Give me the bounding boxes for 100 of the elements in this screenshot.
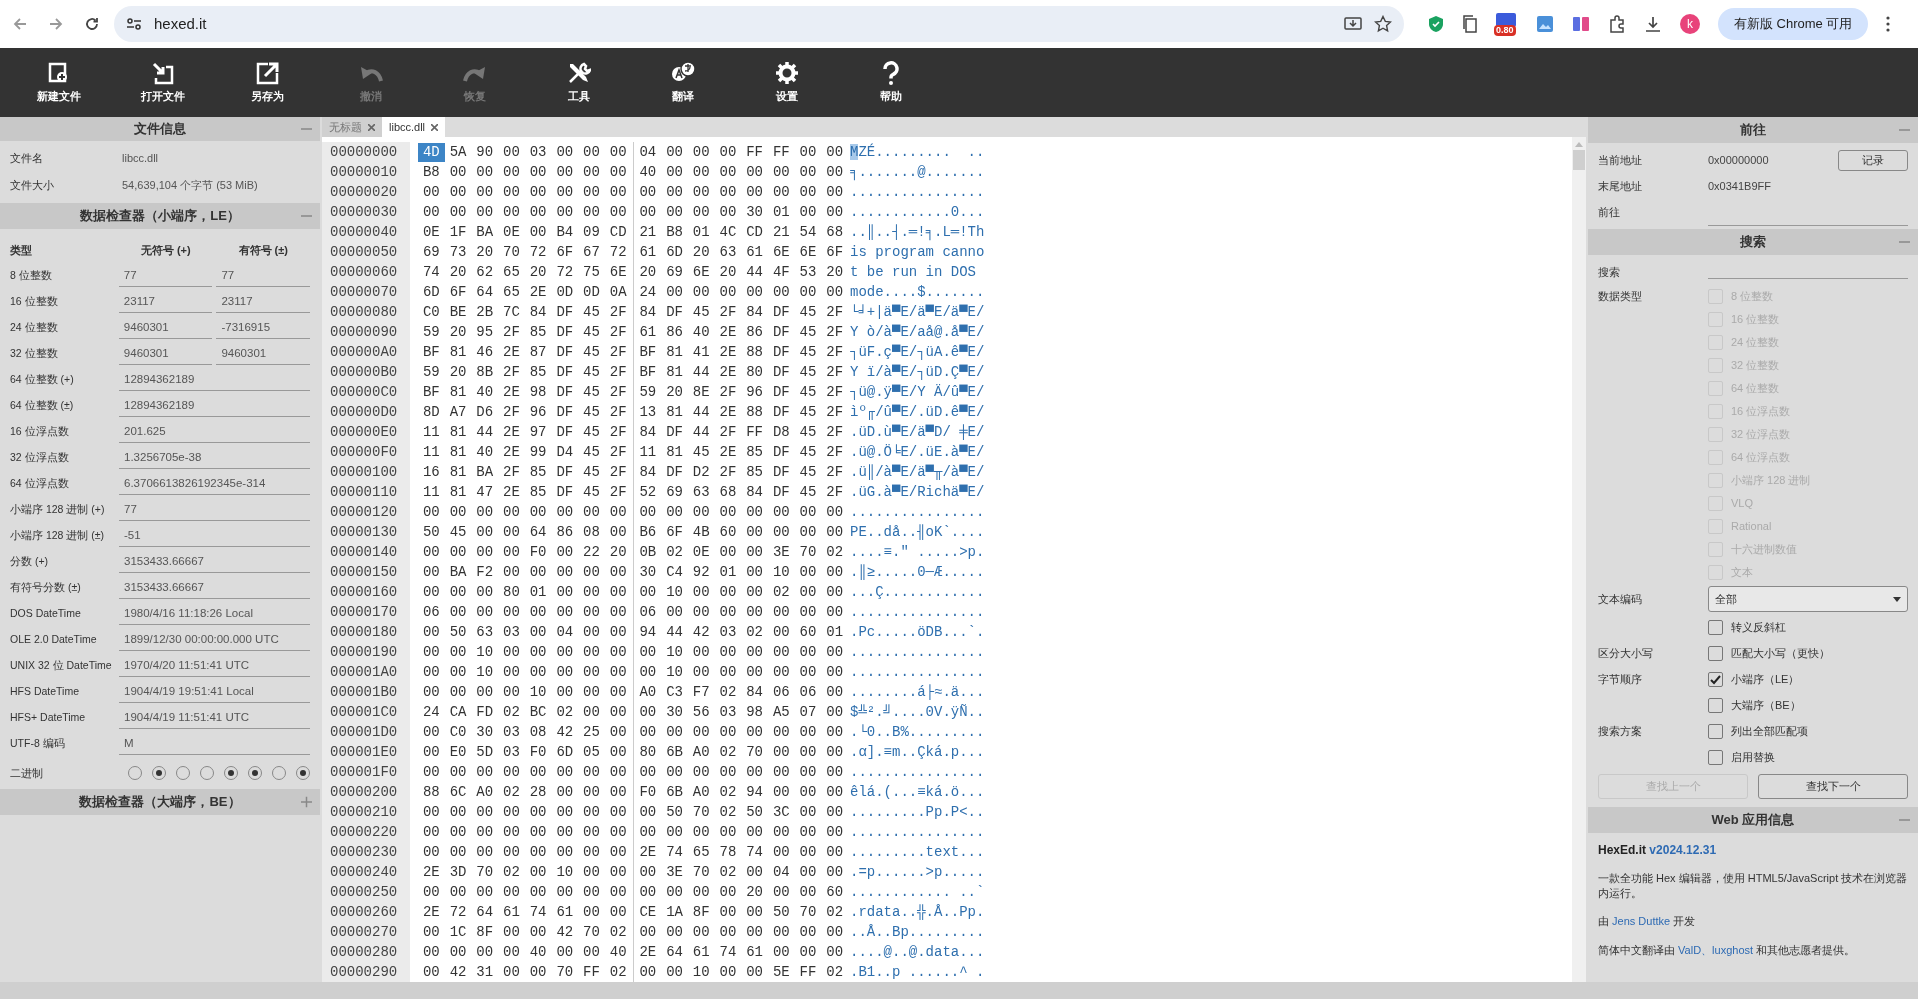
hex-byte[interactable]: 01 xyxy=(767,202,795,222)
hex-byte[interactable]: F0 xyxy=(634,782,662,802)
hex-byte[interactable]: 88 xyxy=(418,782,445,802)
hex-byte[interactable]: CE xyxy=(634,902,662,922)
hex-byte[interactable]: 00 xyxy=(551,822,579,842)
hex-byte[interactable]: 84 xyxy=(741,302,768,322)
hex-byte[interactable]: 6F xyxy=(821,242,848,262)
hex-byte[interactable]: 00 xyxy=(794,282,822,302)
hex-byte[interactable]: 61 xyxy=(687,942,715,962)
hex-byte[interactable]: BA xyxy=(471,462,499,482)
hex-byte[interactable]: 00 xyxy=(498,202,525,222)
hex-byte[interactable]: 00 xyxy=(418,722,445,742)
hex-byte[interactable]: 45 xyxy=(687,442,715,462)
hex-byte[interactable]: 45 xyxy=(794,442,822,462)
hex-byte[interactable]: D6 xyxy=(471,402,499,422)
hex-byte[interactable]: DF xyxy=(551,342,579,362)
hex-byte[interactable]: 00 xyxy=(524,602,552,622)
hex-byte[interactable]: 00 xyxy=(821,182,848,202)
hex-byte[interactable]: 00 xyxy=(444,162,472,182)
hex-byte[interactable]: 95 xyxy=(471,322,499,342)
hex-byte[interactable]: 00 xyxy=(418,882,445,902)
hex-byte[interactable]: 00 xyxy=(444,802,472,822)
hex-byte[interactable]: 60 xyxy=(714,522,742,542)
hex-byte[interactable]: 70 xyxy=(794,542,822,562)
hex-byte[interactable]: 00 xyxy=(604,722,632,742)
hex-byte[interactable]: 00 xyxy=(418,562,445,582)
hex-byte[interactable]: 50 xyxy=(444,622,472,642)
hex-byte[interactable]: B6 xyxy=(634,522,662,542)
hex-byte[interactable]: 00 xyxy=(604,682,632,702)
extensions-icon[interactable] xyxy=(1608,15,1626,33)
hex-byte[interactable]: 02 xyxy=(767,582,795,602)
hex-byte[interactable]: 00 xyxy=(794,802,822,822)
hex-byte[interactable]: 00 xyxy=(524,882,552,902)
hex-byte[interactable]: 81 xyxy=(661,442,688,462)
hex-byte[interactable]: 00 xyxy=(524,642,552,662)
hex-byte[interactable]: 2E xyxy=(498,482,525,502)
hex-byte[interactable]: 70 xyxy=(471,862,499,882)
hex-byte[interactable]: 00 xyxy=(498,842,525,862)
hex-byte[interactable]: 85 xyxy=(524,462,552,482)
value-field[interactable]: 9460301 xyxy=(118,343,213,365)
hex-byte[interactable]: E0 xyxy=(444,742,472,762)
hex-byte[interactable]: 10 xyxy=(524,682,552,702)
hex-byte[interactable]: 00 xyxy=(821,842,848,862)
hex-byte[interactable]: 60 xyxy=(821,882,848,902)
hex-byte[interactable]: C0 xyxy=(444,722,472,742)
hex-byte[interactable]: 94 xyxy=(634,622,662,642)
hex-byte[interactable]: 2F xyxy=(821,362,848,382)
hex-byte[interactable]: 00 xyxy=(741,562,768,582)
hex-byte[interactable]: 42 xyxy=(551,922,579,942)
hex-byte[interactable]: 00 xyxy=(578,842,605,862)
value-field[interactable]: 1.3256705e-38 xyxy=(119,447,310,469)
hex-byte[interactable]: 00 xyxy=(794,782,822,802)
hex-byte[interactable]: 22 xyxy=(578,542,605,562)
hex-byte[interactable]: BE xyxy=(444,302,472,322)
hex-byte[interactable]: 02 xyxy=(498,782,525,802)
hex-byte[interactable]: 30 xyxy=(634,562,662,582)
hex-byte[interactable]: 00 xyxy=(444,942,472,962)
hex-byte[interactable]: 50 xyxy=(661,802,688,822)
hex-byte[interactable]: 64 xyxy=(661,942,688,962)
hex-byte[interactable]: BF xyxy=(634,362,662,382)
hex-byte[interactable]: 00 xyxy=(661,722,688,742)
hex-byte[interactable]: 63 xyxy=(687,482,715,502)
hex-byte[interactable]: 00 xyxy=(471,762,499,782)
expand-icon[interactable] xyxy=(301,796,312,808)
hex-byte[interactable]: 84 xyxy=(524,302,552,322)
hex-byte[interactable]: 00 xyxy=(524,622,552,642)
hex-byte[interactable]: 00 xyxy=(551,642,579,662)
value-field[interactable]: 12894362189 xyxy=(119,369,310,391)
hex-byte[interactable]: 00 xyxy=(714,602,742,622)
hex-byte[interactable]: 00 xyxy=(821,862,848,882)
hex-byte[interactable]: 40 xyxy=(634,162,662,182)
hex-byte[interactable]: 00 xyxy=(821,502,848,522)
hex-byte[interactable]: 00 xyxy=(578,902,605,922)
hex-byte[interactable]: 00 xyxy=(418,802,445,822)
value-field[interactable]: 9460301 xyxy=(216,343,310,365)
hex-byte[interactable]: 00 xyxy=(741,162,768,182)
hex-byte[interactable]: 52 xyxy=(634,482,662,502)
hex-byte[interactable]: 00 xyxy=(794,202,822,222)
hex-byte[interactable]: 01 xyxy=(687,222,715,242)
hex-byte[interactable]: 10 xyxy=(661,662,688,682)
hex-byte[interactable]: 2F xyxy=(498,402,525,422)
encoding-select[interactable]: 全部 xyxy=(1708,586,1908,612)
hex-byte[interactable]: 08 xyxy=(578,522,605,542)
hex-byte[interactable]: 00 xyxy=(498,502,525,522)
hex-byte[interactable]: 45 xyxy=(794,342,822,362)
hex-byte[interactable]: 06 xyxy=(767,682,795,702)
hex-byte[interactable]: 2B xyxy=(471,302,499,322)
hex-byte[interactable]: 2E xyxy=(418,862,445,882)
hex-byte[interactable]: 70 xyxy=(687,862,715,882)
hex-byte[interactable]: 11 xyxy=(418,422,445,442)
hex-byte[interactable]: 45 xyxy=(578,362,605,382)
hex-byte[interactable]: 00 xyxy=(634,722,662,742)
hex-byte[interactable]: 00 xyxy=(471,582,499,602)
hex-byte[interactable]: 24 xyxy=(634,282,662,302)
hex-byte[interactable]: 00 xyxy=(578,702,605,722)
hex-byte[interactable]: 00 xyxy=(794,862,822,882)
hex-byte[interactable]: 00 xyxy=(794,642,822,662)
hex-byte[interactable]: 00 xyxy=(551,562,579,582)
value-field[interactable]: 1899/12/30 00:00:00.000 UTC xyxy=(119,629,310,651)
hex-byte[interactable]: 2E xyxy=(498,342,525,362)
